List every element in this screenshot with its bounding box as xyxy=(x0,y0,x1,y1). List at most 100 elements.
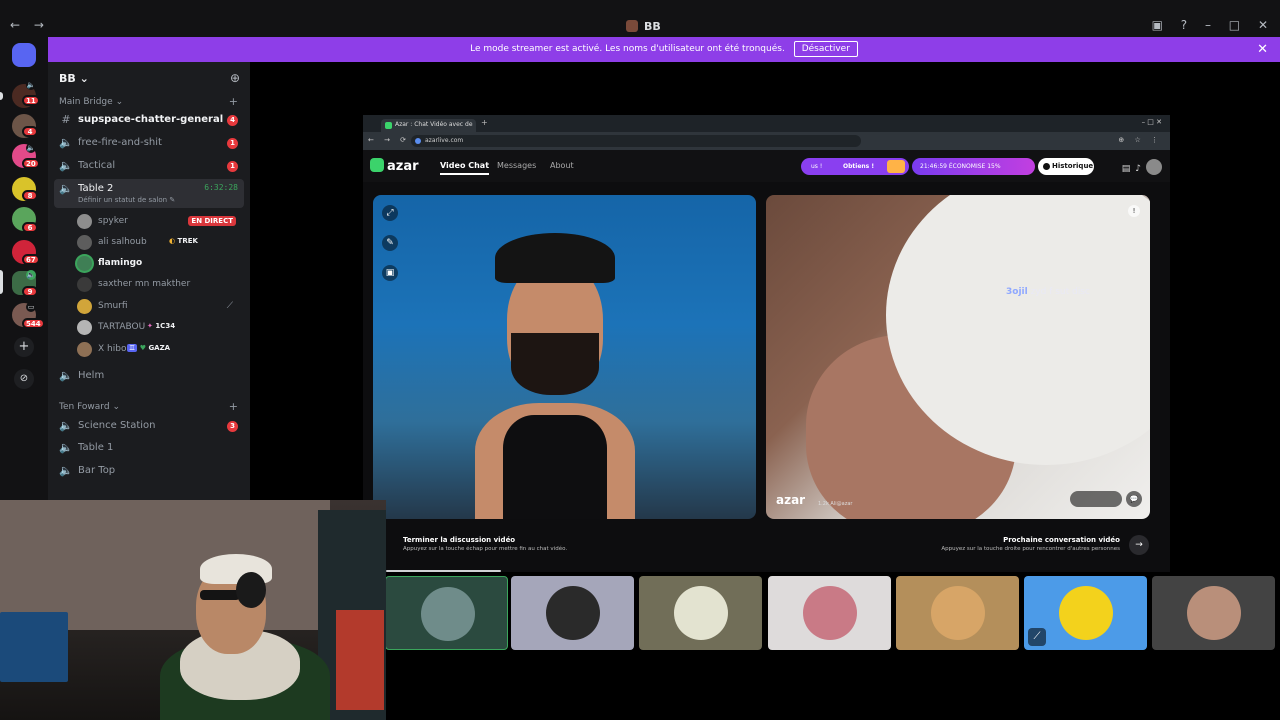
disable-streamer-mode-button[interactable]: Désactiver xyxy=(793,41,858,57)
next-chat-hint: Appuyez sur la touche droite pour rencon… xyxy=(941,546,1120,552)
add-server-icon[interactable]: + xyxy=(14,337,34,357)
new-tab-icon[interactable]: + xyxy=(481,118,488,127)
next-chat-title[interactable]: Prochaine conversation vidéo xyxy=(1003,536,1120,544)
speaker-icon: 🔈 xyxy=(59,419,73,432)
channel-table-2[interactable]: 🔈 Table 2 6:32:28 Définir un statut de s… xyxy=(54,179,244,208)
discount-pill[interactable]: 21:46:59 ÉCONOMISE 15% xyxy=(912,158,1035,175)
banner-text: Le mode streamer est activé. Les noms d'… xyxy=(470,44,785,54)
server-badge: 20 xyxy=(22,158,40,169)
channel-sidebar: BB ⌄ ⊕ Main Bridge ⌄ + # supspace-chatte… xyxy=(48,62,250,500)
voice-member[interactable]: Smurfi ⟋ xyxy=(77,298,241,316)
guild-header[interactable]: BB ⌄ xyxy=(59,72,89,85)
create-channel-icon[interactable]: + xyxy=(229,95,238,108)
back-arrow-icon[interactable]: ← xyxy=(10,18,20,32)
end-chat-title[interactable]: Terminer la discussion vidéo xyxy=(403,536,515,544)
avatar xyxy=(77,342,92,357)
speaker-icon: 🔈 xyxy=(26,80,36,90)
invite-people-icon[interactable]: ⊕ xyxy=(230,71,240,85)
mention-badge: 1 xyxy=(227,161,238,172)
follow-button[interactable] xyxy=(1070,491,1122,507)
create-channel-icon[interactable]: + xyxy=(229,400,238,413)
channel-science-station[interactable]: 🔈 Science Station 3 xyxy=(54,416,244,437)
gift-icon xyxy=(887,160,905,173)
expand-icon[interactable]: ⤢ xyxy=(382,205,398,221)
store-icon[interactable]: ▤ xyxy=(1122,164,1136,174)
voice-member[interactable]: spyker EN DIRECT xyxy=(77,213,241,231)
report-icon[interactable]: ! xyxy=(1128,205,1140,217)
selected-server-pill xyxy=(0,270,3,294)
sticker-icon[interactable]: ▣ xyxy=(382,265,398,281)
webcam-headphones xyxy=(236,572,266,608)
address-bar[interactable]: azarlive.com xyxy=(411,135,861,147)
magic-wand-icon[interactable]: ✎ xyxy=(382,235,398,251)
next-arrow-icon[interactable]: → xyxy=(1129,535,1149,555)
voice-member[interactable]: flamingo xyxy=(77,255,241,273)
channel-table-1[interactable]: 🔈 Table 1 xyxy=(54,438,244,459)
server-badge: 11 xyxy=(22,95,40,106)
channel-status[interactable]: Définir un statut de salon ✎ xyxy=(78,196,175,204)
member-name: TARTABOU xyxy=(98,322,146,332)
channel-helm[interactable]: 🔈 Helm xyxy=(54,366,244,387)
channel-bar-top[interactable]: 🔈 Bar Top xyxy=(54,461,244,482)
browser-tool-icons[interactable]: ⊕ ☆ ⋮ xyxy=(1118,136,1162,144)
history-button[interactable]: Historique xyxy=(1038,158,1094,175)
browser-window-controls[interactable]: – □ ✕ xyxy=(1142,118,1162,126)
close-icon[interactable]: ✕ xyxy=(1258,18,1268,32)
participant-tile[interactable] xyxy=(896,576,1019,650)
participant-tile[interactable] xyxy=(511,576,634,650)
unread-pill xyxy=(0,92,3,100)
help-icon[interactable]: ? xyxy=(1181,18,1187,32)
avatar xyxy=(1059,586,1113,640)
video-tools: ⤢ ✎ ▣ xyxy=(382,205,398,295)
channel-supspace-chatter-general[interactable]: # supspace-chatter-general 4 xyxy=(54,110,244,131)
minimize-icon[interactable]: – xyxy=(1205,18,1211,32)
promo-pill[interactable]: us ! Obtiens ! xyxy=(801,158,909,175)
category-ten-foward[interactable]: Ten Foward ⌄ xyxy=(59,402,120,412)
voice-member[interactable]: X hibo ♊ ♥ GAZA xyxy=(77,341,241,359)
chat-icon[interactable]: 💬 xyxy=(1126,491,1142,507)
voice-member[interactable]: ali salhoub ◐ TREK xyxy=(77,234,241,252)
voice-member[interactable]: saxther mn makther xyxy=(77,276,241,294)
participant-tile[interactable] xyxy=(1152,576,1275,650)
server-badge: 9 xyxy=(22,286,38,297)
channel-free-fire-and-shit[interactable]: 🔈 free-fire-and-shit 1 xyxy=(54,133,244,154)
tile-scrollbar[interactable] xyxy=(386,570,501,572)
browser-tab[interactable]: Azar : Chat Vidéo avec de xyxy=(381,119,476,132)
forward-arrow-icon[interactable]: → xyxy=(34,18,44,32)
profile-avatar[interactable] xyxy=(1146,159,1162,175)
participant-tile[interactable] xyxy=(639,576,762,650)
heart-icon: ♥ xyxy=(139,344,146,352)
nav-about[interactable]: About xyxy=(550,161,574,170)
channel-tactical[interactable]: 🔈 Tactical 1 xyxy=(54,156,244,177)
avatar xyxy=(931,586,985,640)
browser-nav-icons[interactable]: ← → ⟳ xyxy=(368,136,410,144)
watermark-sub: 1.2k Ali@azar xyxy=(818,501,853,507)
participant-tile[interactable]: ⟋ xyxy=(1024,576,1147,650)
live-badge: EN DIRECT xyxy=(188,216,236,226)
maximize-icon[interactable]: □ xyxy=(1229,18,1240,32)
member-name: saxther mn makther xyxy=(98,279,191,289)
nav-messages[interactable]: Messages xyxy=(497,161,536,170)
category-main-bridge[interactable]: Main Bridge ⌄ xyxy=(59,97,123,107)
inbox-icon[interactable]: ▣ xyxy=(1152,18,1163,32)
participant-tile[interactable] xyxy=(385,576,508,650)
bell-icon[interactable]: ♪ xyxy=(1135,164,1146,174)
avatar xyxy=(674,586,728,640)
voice-member[interactable]: TARTABOU ✦ 1C34 xyxy=(77,319,241,337)
azar-logo[interactable]: azar xyxy=(370,158,419,174)
gemini-icon: ♊ xyxy=(127,344,138,352)
explore-icon[interactable]: ⊘ xyxy=(14,369,34,389)
participant-tile[interactable] xyxy=(768,576,891,650)
stream-browser-window[interactable]: Azar : Chat Vidéo avec de + – □ ✕ ← → ⟳ … xyxy=(363,115,1170,572)
channel-status-text: Définir un statut de salon xyxy=(78,196,168,204)
banner-close-icon[interactable]: ✕ xyxy=(1257,37,1268,62)
discord-home-icon[interactable] xyxy=(12,43,36,67)
member-name: spyker xyxy=(98,216,128,226)
nav-video-chat[interactable]: Video Chat xyxy=(440,161,490,175)
star-icon: ✦ xyxy=(147,322,153,330)
mention-badge: 4 xyxy=(227,115,238,126)
azar-logo-icon xyxy=(370,158,384,172)
server-tag: ◐ TREK xyxy=(169,237,198,245)
person-beard xyxy=(511,333,599,395)
pencil-icon: ✎ xyxy=(169,196,176,204)
